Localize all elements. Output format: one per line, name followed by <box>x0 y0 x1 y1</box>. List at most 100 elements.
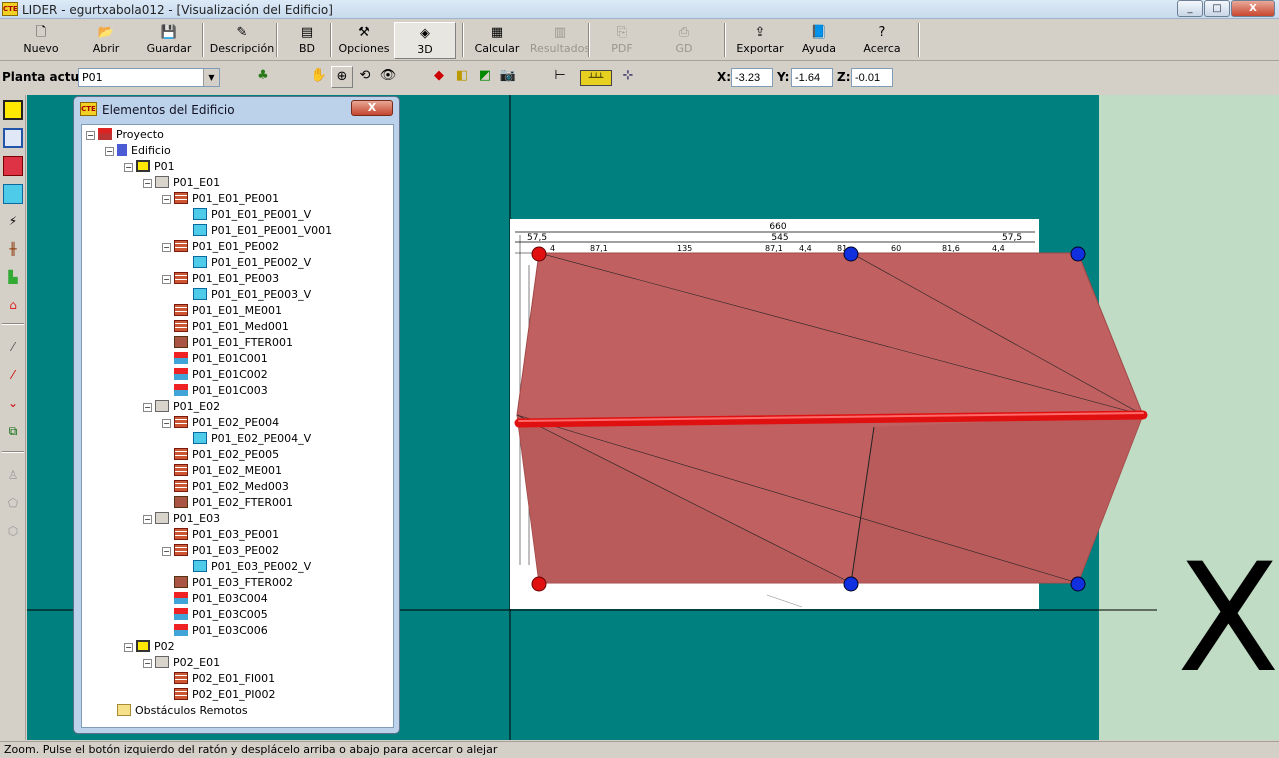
tree-node-label: P01_E03_PE001 <box>192 528 280 541</box>
polyline-tool-icon[interactable]: ⌄ <box>3 394 23 414</box>
collapse-icon[interactable]: − <box>162 275 171 284</box>
tree-node[interactable]: − P02_E01 <box>143 655 220 671</box>
window-tool-icon[interactable] <box>3 184 23 204</box>
pan-hand-icon[interactable]: ✋ <box>308 66 330 88</box>
tree-node[interactable]: P01_E01_PE001_V001 <box>181 223 332 239</box>
collapse-icon[interactable]: − <box>162 243 171 252</box>
tree-node[interactable]: P01_E03C006 <box>162 623 268 639</box>
tree-node[interactable]: P01_E03_PE001 <box>162 527 279 543</box>
z-label: Z: <box>837 70 851 84</box>
collapse-icon[interactable]: − <box>143 403 152 412</box>
collapse-icon[interactable]: − <box>162 547 171 556</box>
tree-node-label: P02_E01_PI002 <box>192 688 276 701</box>
tree-node[interactable]: P01_E01_Med001 <box>162 319 289 335</box>
guardar-button[interactable]: 💾 Guardar <box>140 22 198 59</box>
tree-node[interactable]: P01_E01_PE001_V <box>181 207 311 223</box>
planta-select[interactable]: P01 ▼ <box>78 68 220 87</box>
tree-node[interactable]: P01_E01_FTER001 <box>162 335 293 351</box>
select-face-icon[interactable]: ◩ <box>474 66 496 88</box>
tree-node[interactable]: P01_E02_FTER001 <box>162 495 293 511</box>
tree-node[interactable]: P01_E03_FTER002 <box>162 575 293 591</box>
tree-node[interactable]: − Proyecto <box>86 127 164 143</box>
tree-node[interactable]: − P01_E01_PE002 <box>162 239 279 255</box>
view-eye-icon[interactable]: 👁 <box>377 66 399 88</box>
tree-node[interactable]: P01_E02_ME001 <box>162 463 282 479</box>
tree-node[interactable]: P01_E02_PE005 <box>162 447 279 463</box>
collapse-icon[interactable]: − <box>86 131 95 140</box>
frame-tool-icon[interactable]: ╫ <box>3 240 23 260</box>
calcular-button[interactable]: ▦ Calcular <box>470 22 524 59</box>
tree-node[interactable]: P01_E01_PE002_V <box>181 255 311 271</box>
copy-tool-icon[interactable]: ⧉ <box>3 422 23 442</box>
tree-node[interactable]: P01_E01C001 <box>162 351 268 367</box>
zoom-icon[interactable]: ⊕ <box>331 66 353 88</box>
tree-node[interactable]: − P01_E01_PE003 <box>162 271 279 287</box>
collapse-icon[interactable]: − <box>162 419 171 428</box>
opciones-button[interactable]: ⚒ Opciones <box>336 22 392 59</box>
minimize-button[interactable]: _ <box>1177 0 1203 17</box>
collapse-icon[interactable]: − <box>124 163 133 172</box>
planta-tool-icon[interactable] <box>3 100 23 120</box>
exportar-button[interactable]: ⇪ Exportar <box>730 22 790 59</box>
nuevo-button[interactable]: 🗋 Nuevo <box>6 22 76 59</box>
tree-node[interactable]: P01_E01C002 <box>162 367 268 383</box>
line-tool-icon[interactable]: ⁄ <box>3 338 23 358</box>
tree-node[interactable]: P01_E02_PE004_V <box>181 431 311 447</box>
roof-tool-icon[interactable]: ⌂ <box>3 296 23 316</box>
collapse-icon[interactable]: − <box>124 643 133 652</box>
magic-wand-icon[interactable]: ⚡ <box>3 212 23 232</box>
tree-node[interactable]: P02_E01_FI001 <box>162 671 275 687</box>
abrir-button[interactable]: 📂 Abrir <box>78 22 134 59</box>
descripción-button[interactable]: ✎ Descripción <box>208 22 276 59</box>
tree-node[interactable]: − P01_E01_PE001 <box>162 191 279 207</box>
close-button[interactable]: X <box>1231 0 1275 17</box>
tree-node[interactable]: − Edificio <box>105 143 171 159</box>
tree-node[interactable]: P01_E01_ME001 <box>162 303 282 319</box>
wall-tool-icon[interactable] <box>3 156 23 176</box>
tree-node[interactable]: − P01_E02_PE004 <box>162 415 279 431</box>
tree-node[interactable]: − P01_E03 <box>143 511 220 527</box>
panel-close-button[interactable]: X <box>351 100 393 116</box>
tree-node[interactable]: P01_E03C005 <box>162 607 268 623</box>
y-coord-field[interactable] <box>791 68 833 87</box>
space-tool-icon[interactable] <box>3 128 23 148</box>
bd-button[interactable]: ▤ BD <box>282 22 332 59</box>
maximize-button[interactable]: □ <box>1204 0 1230 17</box>
measure-icon[interactable]: ⊢ <box>549 66 571 88</box>
crosshair-icon[interactable]: ⊹ <box>617 66 639 88</box>
tree-node[interactable]: − P01_E02 <box>143 399 220 415</box>
z-coord-field[interactable] <box>851 68 893 87</box>
tree-node[interactable]: Obstáculos Remotos <box>105 703 248 719</box>
rotate-icon[interactable]: ⟲ <box>354 66 376 88</box>
tree-node[interactable]: P01_E03C004 <box>162 591 268 607</box>
tree-node[interactable]: − P01_E03_PE002 <box>162 543 279 559</box>
tree-node[interactable]: P01_E01C003 <box>162 383 268 399</box>
collapse-icon[interactable]: − <box>162 195 171 204</box>
3d-button[interactable]: ◈ 3D <box>394 22 456 59</box>
plan-icon <box>136 160 150 172</box>
tree-node[interactable]: − P01 <box>124 159 175 175</box>
chevron-down-icon[interactable]: ▼ <box>203 69 219 86</box>
tree-node[interactable]: P01_E01_PE003_V <box>181 287 311 303</box>
collapse-icon[interactable]: − <box>105 147 114 156</box>
tree-node[interactable]: P01_E03_PE002_V <box>181 559 311 575</box>
select-vertex-icon[interactable]: ◆ <box>428 66 450 88</box>
collapse-icon[interactable]: − <box>143 179 152 188</box>
ruler-icon[interactable]: ┴┴┴ <box>580 70 612 86</box>
floor-tool-icon[interactable]: ▙ <box>3 268 23 288</box>
collapse-icon[interactable]: − <box>143 515 152 524</box>
tree-node[interactable]: P01_E02_Med003 <box>162 479 289 495</box>
acerca-button[interactable]: ? Acerca <box>856 22 908 59</box>
tree-icon[interactable]: ♣ <box>252 66 274 88</box>
tree-node[interactable]: − P01_E01 <box>143 175 220 191</box>
ayuda-button[interactable]: 📘 Ayuda <box>794 22 844 59</box>
tree-node[interactable]: P02_E01_PI002 <box>162 687 275 703</box>
tree-node[interactable]: − P02 <box>124 639 175 655</box>
x-coord-field[interactable] <box>731 68 773 87</box>
red-line-tool-icon[interactable]: ⁄ <box>3 366 23 386</box>
panel-app-icon: CTE <box>80 102 97 116</box>
select-edge-icon[interactable]: ◧ <box>451 66 473 88</box>
camera-icon[interactable]: 📷 <box>497 66 519 88</box>
vertex-blue <box>843 576 859 592</box>
collapse-icon[interactable]: − <box>143 659 152 668</box>
